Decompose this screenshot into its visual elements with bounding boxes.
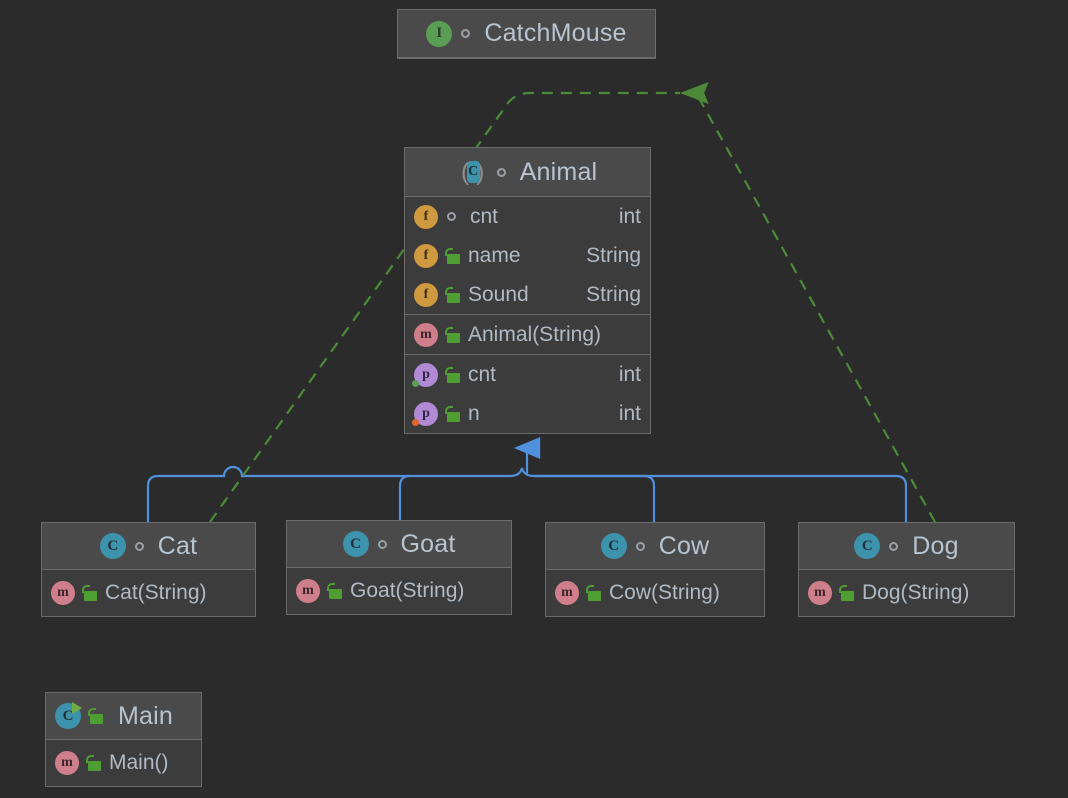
member-name: cnt — [470, 204, 499, 228]
class-name-label: Goat — [400, 529, 456, 558]
section-constructors: m Goat(String) — [287, 568, 511, 614]
inheritance-edges — [146, 437, 908, 522]
member-row[interactable]: m Animal(String) — [405, 315, 650, 354]
member-row[interactable]: m Cow(String) — [546, 570, 764, 616]
class-box-cow[interactable]: C Cow m Cow(String) — [545, 522, 765, 617]
member-name: Cow(String) — [609, 581, 720, 604]
method-icon: m — [808, 581, 832, 605]
public-circle-icon — [377, 539, 387, 549]
public-circle-icon — [496, 167, 506, 177]
member-name: n — [468, 401, 480, 425]
package-lock-icon — [445, 405, 461, 422]
class-header-cow: C Cow — [546, 523, 764, 570]
class-header-goat: C Goat — [287, 521, 511, 568]
section-constructors: m Animal(String) — [405, 314, 650, 354]
section-fields: f cnt int f name String f Sound String — [405, 197, 650, 314]
class-icon: C — [600, 533, 627, 559]
class-name-label: Cow — [658, 531, 710, 560]
section-constructors: m Main() — [46, 740, 201, 786]
member-type: int — [618, 401, 641, 425]
class-name-label: Main — [118, 701, 173, 730]
package-lock-icon — [445, 247, 461, 264]
class-header-animal: ( ) C Animal — [405, 148, 650, 197]
member-row[interactable]: p n int — [405, 394, 650, 433]
member-row[interactable]: m Main() — [46, 740, 201, 786]
package-lock-icon — [839, 585, 855, 601]
interface-icon: I — [426, 20, 453, 47]
member-name: cnt — [468, 362, 497, 386]
class-name-label: Dog — [912, 531, 959, 560]
runnable-class-icon: C — [55, 702, 82, 729]
package-lock-icon — [86, 755, 102, 771]
field-icon: f — [414, 243, 438, 268]
abstract-class-icon: ( ) C — [460, 157, 485, 186]
class-header-main: C Main — [46, 693, 201, 740]
member-name: Cat(String) — [105, 581, 207, 604]
class-box-catchmouse[interactable]: I CatchMouse — [397, 9, 656, 59]
public-circle-icon — [461, 29, 471, 38]
member-type: String — [586, 243, 641, 267]
field-icon: f — [414, 282, 438, 307]
member-name: Sound — [468, 282, 529, 306]
class-box-animal[interactable]: ( ) C Animal f cnt int f name String f S… — [404, 147, 651, 434]
member-name: Goat(String) — [350, 579, 465, 602]
method-icon: m — [555, 581, 579, 605]
public-circle-icon — [889, 541, 899, 551]
public-circle-icon — [134, 541, 144, 551]
section-properties: p cnt int p n int — [405, 354, 650, 433]
member-name: Dog(String) — [862, 581, 970, 604]
package-lock-icon — [82, 585, 98, 601]
method-icon: m — [414, 322, 438, 347]
getter-dot-icon — [412, 379, 419, 387]
class-box-goat[interactable]: C Goat m Goat(String) — [286, 520, 512, 615]
member-row[interactable]: f cnt int — [405, 197, 650, 236]
uml-diagram-canvas: I CatchMouse ( ) C Animal f cnt int f na… — [0, 0, 1068, 798]
member-row[interactable]: m Cat(String) — [42, 570, 255, 616]
class-box-cat[interactable]: C Cat m Cat(String) — [41, 522, 256, 617]
class-header-catchmouse: I CatchMouse — [398, 10, 655, 58]
package-lock-icon — [88, 708, 104, 724]
section-constructors: m Cow(String) — [546, 570, 764, 616]
class-name-label: Animal — [519, 157, 598, 186]
member-name: Main() — [109, 751, 169, 774]
class-box-dog[interactable]: C Dog m Dog(String) — [798, 522, 1015, 617]
package-lock-icon — [586, 585, 602, 601]
property-icon: p — [412, 362, 438, 387]
member-name: Animal(String) — [468, 322, 602, 346]
class-header-dog: C Dog — [799, 523, 1014, 570]
field-icon: f — [414, 204, 438, 229]
package-lock-icon — [327, 583, 343, 599]
member-row[interactable]: p cnt int — [405, 355, 650, 394]
member-row[interactable]: f name String — [405, 236, 650, 275]
class-header-cat: C Cat — [42, 523, 255, 570]
package-lock-icon — [445, 286, 461, 303]
method-icon: m — [296, 579, 320, 603]
property-icon: p — [412, 401, 438, 426]
class-name-label: Cat — [157, 531, 198, 560]
member-row[interactable]: f Sound String — [405, 275, 650, 314]
class-box-main[interactable]: C Main m Main() — [45, 692, 202, 787]
public-circle-icon — [635, 541, 645, 551]
class-icon: C — [342, 531, 369, 557]
member-name: name — [468, 243, 521, 267]
package-lock-icon — [445, 326, 461, 343]
setter-dot-icon — [412, 418, 419, 426]
section-constructors: m Cat(String) — [42, 570, 255, 616]
package-lock-icon — [445, 366, 461, 383]
class-icon: C — [99, 533, 126, 559]
member-type: String — [586, 282, 641, 306]
method-icon: m — [55, 751, 79, 775]
method-icon: m — [51, 581, 75, 605]
member-row[interactable]: m Dog(String) — [799, 570, 1014, 616]
class-icon: C — [854, 533, 881, 559]
public-circle-icon — [447, 212, 456, 221]
section-constructors: m Dog(String) — [799, 570, 1014, 616]
member-type: int — [618, 204, 641, 228]
class-name-label: CatchMouse — [484, 19, 627, 47]
member-row[interactable]: m Goat(String) — [287, 568, 511, 614]
member-type: int — [618, 362, 641, 386]
